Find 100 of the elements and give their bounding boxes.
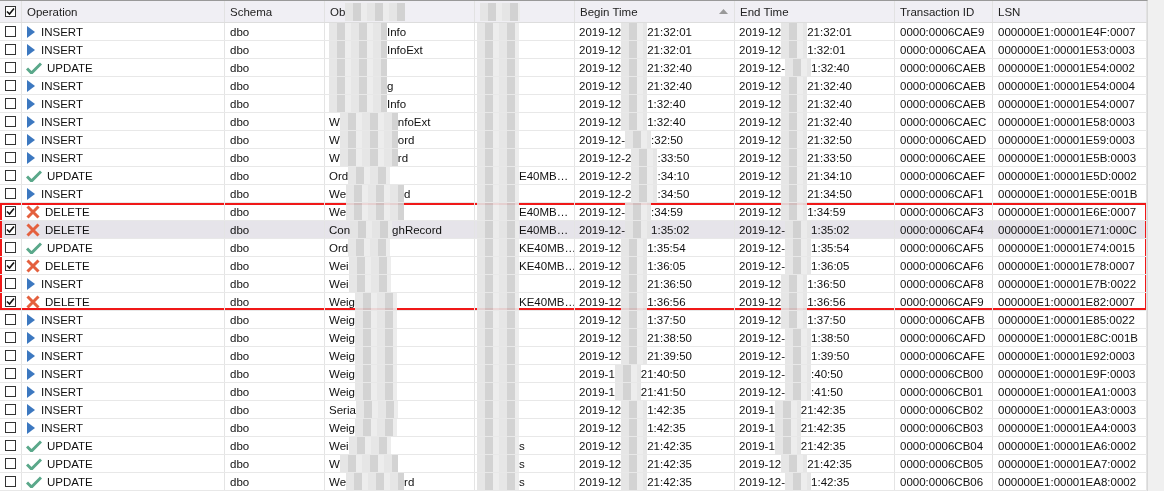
table-cell: INSERT [41,403,83,416]
table-row[interactable]: UPDATE dbo We rd s 2019-12 21:42:35 2019-12- 1:42:35 0000:0006CB06 000000E1:00001EA8:0002 [0,473,1147,491]
table-cell: 21:38:50 [647,331,692,344]
redaction-mosaic [477,41,519,58]
checkbox[interactable] [5,260,16,271]
checkbox[interactable] [5,116,16,127]
checkbox[interactable] [5,458,16,469]
redaction-mosaic [477,203,519,220]
column-header[interactable]: LSN [993,1,1147,22]
table-cell: E40MB… [519,205,569,218]
redaction-mosaic [348,437,391,454]
table-cell: 2019-12-2 [579,151,632,164]
checkbox[interactable] [5,314,16,325]
table-cell: dbo [230,313,250,326]
column-header[interactable]: Ob [325,1,475,22]
checkbox[interactable] [5,62,16,73]
table-row[interactable]: UPDATE dbo W s 2019-12 21:42:35 2019-12 21:42:35 0000:0006CB05 000000E1:00001EA7:0002 [0,455,1147,473]
table-cell: 1:35:02 [651,223,690,236]
checkbox[interactable] [5,206,16,217]
checkbox[interactable] [5,6,16,17]
table-cell: dbo [230,43,250,56]
checkbox[interactable] [5,98,16,109]
table-row[interactable]: INSERT dbo g 2019-12 21:32:40 2019-12 21:32:40 0000:0006CAEB 000000E1:00001E54:0004 [0,77,1147,95]
redaction-mosaic [785,329,812,346]
checkbox[interactable] [5,224,16,235]
column-header[interactable]: Begin Time [575,1,735,22]
checkbox[interactable] [5,404,16,415]
table-cell: dbo [230,421,250,434]
table-row[interactable]: UPDATE dbo Ord E40MB… 2019-12-2 :34:10 2019-12 21:34:10 0000:0006CAEF 000000E1:00001E5D:0002 [0,167,1147,185]
table-row[interactable]: UPDATE dbo Ord KE40MB… 2019-12 1:35:54 2019-12- 1:35:54 0000:0006CAF5 000000E1:00001E74:0015 [0,239,1147,257]
table-cell: E40MB… [519,223,569,236]
table-row[interactable]: INSERT dbo Info 2019-12 21:32:01 2019-12 21:32:01 0000:0006CAE9 000000E1:00001E4F:0007 [0,23,1147,41]
table-row[interactable]: DELETE dbo Wei KE40MB… 2019-12 1:36:05 2019-12- 1:36:05 0000:0006CAF6 000000E1:00001E78:0007 [0,257,1147,275]
checkbox[interactable] [5,242,16,253]
table-cell: 21:40:50 [640,367,686,380]
table-row[interactable]: UPDATE dbo 2019-12 21:32:40 2019-12- 1:32:40 0000:0006CAEB 000000E1:00001E54:0002 [0,59,1147,77]
redaction-mosaic [781,95,808,112]
checkbox[interactable] [5,188,16,199]
column-header[interactable]: Transaction ID [895,1,993,22]
table-row[interactable]: DELETE dbo We E40MB… 2019-12- :34:59 2019-12 1:34:59 0000:0006CAF3 000000E1:00001E6E:0007 [0,203,1147,221]
table-cell: 1:42:35 [647,403,686,416]
table-row[interactable]: INSERT dbo Weig 2019-1 21:41:50 2019-12- :41:50 0000:0006CB01 000000E1:00001EA1:0003 [0,383,1147,401]
table-cell: 21:32:40 [807,97,852,110]
table-row[interactable]: INSERT dbo Weig 2019-12 1:42:35 2019-1 21:42:35 0000:0006CB03 000000E1:00001EA4:0003 [0,419,1147,437]
checkbox[interactable] [5,386,16,397]
checkbox[interactable] [5,476,16,487]
table-cell: INSERT [41,25,83,38]
table-cell: 1:38:50 [811,331,850,344]
checkbox[interactable] [5,332,16,343]
table-row[interactable]: INSERT dbo Wei 2019-12 21:36:50 2019-12 1:36:50 0000:0006CAF8 000000E1:00001E7B:0022 [0,275,1147,293]
column-header[interactable]: End Time [735,1,895,22]
checkbox[interactable] [5,152,16,163]
table-cell: 2019-12 [579,403,622,416]
checkbox[interactable] [5,170,16,181]
table-row[interactable]: INSERT dbo Weig 2019-1 21:40:50 2019-12- :40:50 0000:0006CB00 000000E1:00001E9F:0003 [0,365,1147,383]
redaction-mosaic [621,437,648,454]
table-row[interactable]: DELETE dbo Con ghRecord E40MB… 2019-12- 1:35:02 2019-12- 1:35:02 0000:0006CAF4 000000E1:00001E71:000C [0,221,1147,239]
table-cell: 2019-12- [579,223,626,236]
checkbox[interactable] [5,296,16,307]
table-row[interactable]: INSERT dbo We d 2019-12-2 :34:50 2019-12 21:34:50 0000:0006CAF1 000000E1:00001E5E:001B [0,185,1147,203]
checkbox[interactable] [5,422,16,433]
table-cell: 2019-12 [579,61,622,74]
checkbox[interactable] [5,350,16,361]
table-cell: dbo [230,205,250,218]
column-header[interactable]: Operation [22,1,225,22]
table-row[interactable]: INSERT dbo Info 2019-12 1:32:40 2019-12 21:32:40 0000:0006CAEB 000000E1:00001E54:0007 [0,95,1147,113]
redaction-mosaic [781,149,808,166]
checkbox[interactable] [5,26,16,37]
table-row[interactable]: INSERT dbo Weig 2019-12 21:38:50 2019-12- 1:38:50 0000:0006CAFD 000000E1:00001E8C:001B [0,329,1147,347]
table-cell: Ord [329,241,349,254]
table-row[interactable]: INSERT dbo Seria 2019-12 1:42:35 2019-1 21:42:35 0000:0006CB02 000000E1:00001EA3:0003 [0,401,1147,419]
table-row[interactable]: INSERT dbo Weig 2019-12 1:37:50 2019-12 1:37:50 0000:0006CAFB 000000E1:00001E85:0022 [0,311,1147,329]
checkbox[interactable] [5,440,16,451]
table-cell: 0000:0006CB03 [900,421,984,434]
table-cell: 2019-12 [579,43,622,56]
table-cell: KE40MB… [519,295,574,308]
play-icon [26,331,36,344]
table-row[interactable]: DELETE dbo Weig KE40MB… 2019-12 1:36:56 2019-12 1:36:56 0000:0006CAF9 000000E1:00001E82:0007 [0,293,1147,311]
table-row[interactable]: INSERT dbo InfoExt 2019-12 21:32:01 2019-12 1:32:01 0000:0006CAEA 000000E1:00001E53:0003 [0,41,1147,59]
redaction-mosaic [477,293,519,310]
table-row[interactable]: INSERT dbo W ord 2019-12- :32:50 2019-12 21:32:50 0000:0006CAED 000000E1:00001E59:0003 [0,131,1147,149]
table-cell: INSERT [41,97,83,110]
table-cell: 000000E1:00001E82:0007 [998,295,1135,308]
table-cell: s [519,439,525,452]
table-cell: 2019-12- [739,223,786,236]
checkbox[interactable] [5,80,16,91]
table-cell: DELETE [45,295,90,308]
table-row[interactable]: INSERT dbo W rd 2019-12-2 :33:50 2019-12 21:33:50 0000:0006CAEE 000000E1:00001E5B:0003 [0,149,1147,167]
table-cell: 000000E1:00001E8C:001B [998,331,1139,344]
checkbox[interactable] [5,44,16,55]
table-row[interactable]: UPDATE dbo Wei s 2019-12 21:42:35 2019-1 21:42:35 0000:0006CB04 000000E1:00001EA6:0002 [0,437,1147,455]
table-row[interactable]: INSERT dbo W nfoExt 2019-12 1:32:40 2019-12 21:32:40 0000:0006CAEC 000000E1:00001E58:0003 [0,113,1147,131]
redaction-mosaic [621,95,648,112]
table-cell: UPDATE [47,241,93,254]
column-header[interactable]: Schema [225,1,325,22]
table-cell: 000000E1:00001EA3:0003 [998,403,1137,416]
checkbox[interactable] [5,278,16,289]
table-row[interactable]: INSERT dbo Weig 2019-12 21:39:50 2019-12- 1:39:50 0000:0006CAFE 000000E1:00001E92:0003 [0,347,1147,365]
checkbox[interactable] [5,134,16,145]
checkbox[interactable] [5,368,16,379]
